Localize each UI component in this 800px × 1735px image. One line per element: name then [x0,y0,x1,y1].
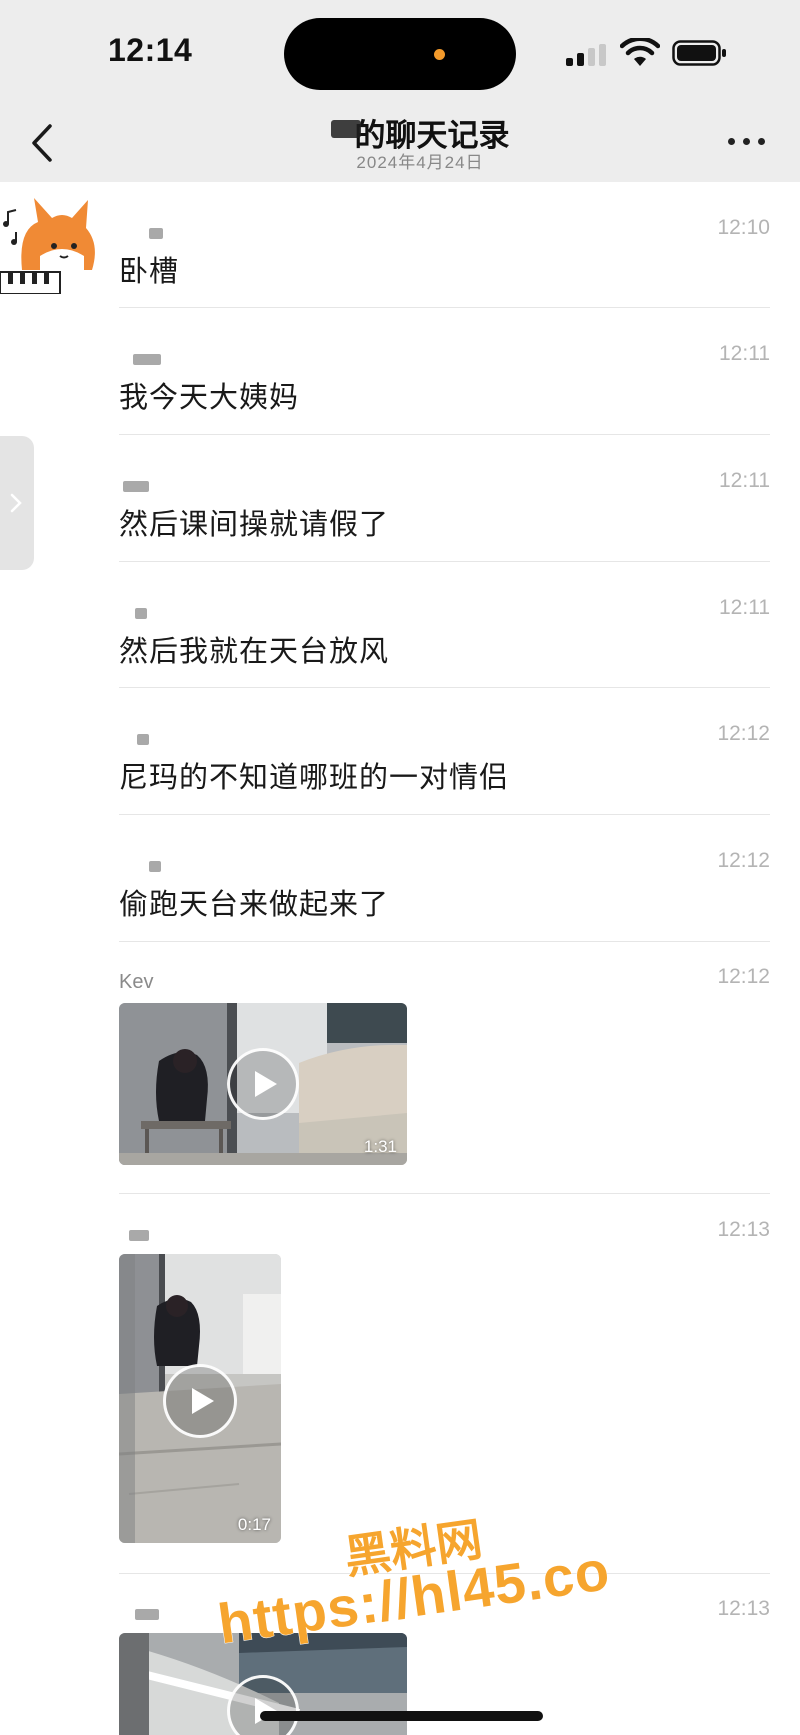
play-icon[interactable] [163,1364,237,1438]
wifi-icon [620,38,660,66]
camera-indicator-dot [434,49,445,60]
message-text: 偷跑天台来做起来了 [119,889,390,921]
battery-icon [672,40,726,66]
chat-message-video: 12:13 0:17 [119,1218,770,1544]
redacted-sender-blur [123,481,149,492]
message-text: 我今天大姨妈 [119,382,300,414]
side-panel-handle[interactable] [0,436,34,570]
message-time: 12:11 [719,342,770,365]
message-divider [119,561,770,562]
cellular-signal-icon [566,44,608,66]
chat-message: 12:11 我今天大姨妈 [119,342,770,428]
more-dot [728,138,735,145]
message-text: 尼玛的不知道哪班的一对情侣 [119,762,510,794]
top-bar: 12:14 的聊天记录 2024年4月24日 [0,0,800,182]
message-time: 12:12 [717,965,770,988]
home-indicator[interactable] [260,1711,543,1721]
redacted-name-blur [330,120,361,138]
message-time: 12:12 [717,722,770,745]
chat-message: 12:11 然后课间操就请假了 [119,469,770,555]
message-time: 12:11 [719,469,770,492]
dynamic-island [284,18,516,90]
redacted-sender-blur [135,1609,159,1620]
more-dot [743,138,750,145]
redacted-sender-blur [149,861,161,872]
message-text: 卧槽 [119,256,180,288]
message-time: 12:11 [719,596,770,619]
play-icon[interactable] [227,1048,299,1120]
chat-message-video: Kev 12:12 1:31 [119,965,770,1165]
message-divider [119,434,770,435]
redacted-sender-blur [137,734,149,745]
message-time: 12:13 [717,1218,770,1241]
message-text: 然后课间操就请假了 [119,509,390,541]
more-options-button[interactable] [724,128,770,152]
status-time: 12:14 [108,32,193,68]
message-time: 12:13 [717,1597,770,1620]
message-divider [119,941,770,942]
message-sender: Kev [119,971,154,993]
chat-date: 2024年4月24日 [356,153,484,172]
back-button[interactable] [22,118,66,168]
message-time: 12:10 [717,216,770,239]
video-duration: 0:17 [237,1515,271,1534]
redacted-sender-blur [149,228,163,239]
video-duration: 1:31 [363,1137,397,1156]
chat-message: 12:10 卧槽 [119,216,770,302]
message-divider [119,307,770,308]
message-text: 然后我就在天台放风 [119,636,390,668]
fox-avatar[interactable] [0,190,104,294]
chat-message: 12:12 偷跑天台来做起来了 [119,849,770,935]
chevron-right-icon [10,493,22,513]
message-time: 12:12 [717,849,770,872]
message-divider [119,1193,770,1194]
chat-message: 12:11 然后我就在天台放风 [119,596,770,682]
more-dot [758,138,765,145]
redacted-sender-blur [129,1230,149,1241]
video-thumbnail[interactable]: 0:17 [119,1254,281,1543]
chat-message: 12:12 尼玛的不知道哪班的一对情侣 [119,722,770,808]
message-divider [119,687,770,688]
redacted-sender-blur [133,354,161,365]
video-thumbnail[interactable]: 1:31 [119,1003,407,1165]
message-divider [119,814,770,815]
redacted-sender-blur [135,608,147,619]
